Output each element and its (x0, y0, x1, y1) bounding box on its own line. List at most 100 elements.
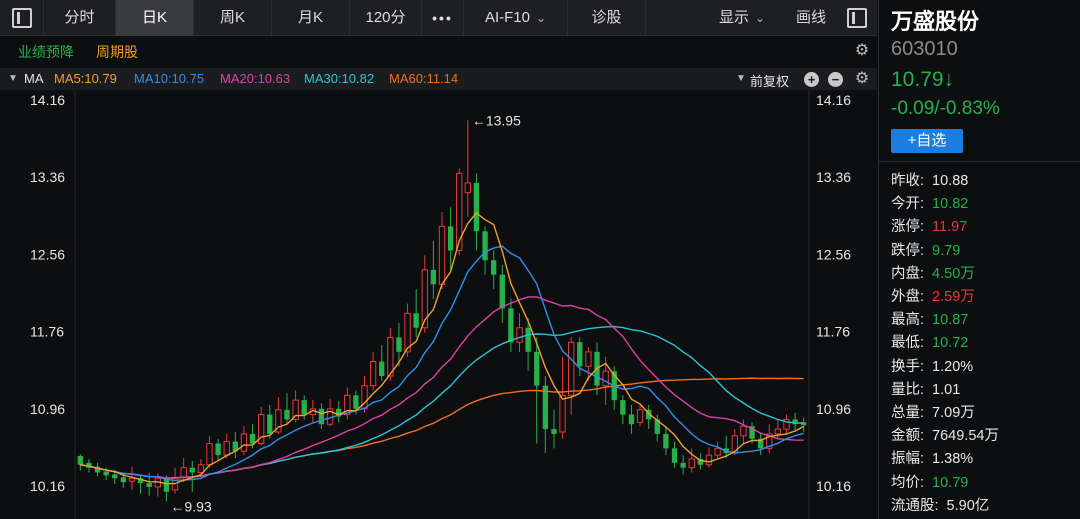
quote-row: 今开: 10.82 (891, 192, 968, 213)
quote-value: 7649.54万 (932, 428, 999, 445)
candle-body-up (180, 467, 187, 478)
tab-120min[interactable]: 120分 (350, 0, 422, 36)
candle-body-up (240, 433, 248, 452)
candle-body-up (206, 443, 213, 466)
candle-body-down (628, 414, 635, 425)
candle-body-down (447, 226, 454, 251)
ma-label[interactable]: MA (24, 71, 44, 86)
candle-body-down (249, 433, 256, 444)
candle-body-down (508, 308, 514, 343)
quote-value: 4.50万 (932, 265, 975, 282)
ma30-value: MA30:10.82 (304, 71, 375, 86)
sidebar-toggle-icon (12, 8, 32, 28)
candle-body-down (671, 448, 678, 463)
candle-body-down (473, 182, 480, 232)
tab-monthly-k[interactable]: 月K (272, 0, 350, 36)
ai-f10-button[interactable]: AI-F10 ⌄ (464, 0, 568, 36)
tab-intraday[interactable]: 分时 (44, 0, 116, 36)
candle-body-up (559, 394, 566, 433)
quote-row: 总量: 7.09万 (891, 401, 975, 422)
candle-body-up (438, 225, 446, 285)
more-periods-button[interactable]: ••• (422, 0, 464, 36)
quote-value: 10.88 (932, 173, 969, 189)
y-tick-label-left: 13.36 (30, 169, 65, 185)
collapse-right-button[interactable] (838, 0, 877, 36)
quote-label: 金额: (891, 428, 925, 445)
high-price-marker: ←13.95 (472, 112, 521, 128)
quote-value: 10.82 (932, 196, 969, 213)
candle-body-down (301, 400, 307, 415)
candle-body-down (413, 313, 419, 328)
candle-body-up (568, 341, 575, 396)
quote-value: 9.79 (932, 242, 961, 259)
ma30-line (80, 325, 804, 479)
quote-panel: 万盛股份 603010 10.79↓ -0.09/-0.83% +自选 昨收: 1… (878, 0, 1080, 519)
candle-body-down (267, 414, 273, 434)
tag-bar: 业绩预降 周期股 ⚙ (0, 36, 877, 66)
candle-body-down (525, 327, 531, 352)
quote-row: 涨停: 11.97 (891, 215, 967, 236)
quote-label: 今开: (891, 196, 925, 213)
quote-label: 涨停: (891, 219, 925, 236)
candle-body-up (585, 351, 592, 367)
quote-row: 最低: 10.72 (891, 331, 968, 352)
candle-body-down (112, 474, 118, 479)
candle-body-down (189, 467, 195, 473)
tab-weekly-k[interactable]: 周K (194, 0, 272, 36)
candle-body-up (464, 182, 472, 194)
display-dropdown[interactable]: 显示 ⌄ (700, 0, 784, 36)
kline-svg[interactable]: 14.16 14.16 13.36 13.36 12.56 12.56 11.76 11.76… (0, 90, 877, 519)
quote-value: 1.20% (932, 358, 974, 375)
y-tick-label-left: 10.96 (30, 401, 65, 417)
tag-earnings-forecast[interactable]: 业绩预降 (18, 42, 74, 62)
ma10-value: MA10:10.75 (134, 71, 205, 86)
y-tick-label-right: 12.56 (816, 246, 851, 262)
candle-body-up (705, 454, 713, 466)
quote-label: 总量: (891, 405, 925, 421)
stock-price: 10.79↓ (891, 68, 955, 91)
quote-label: 外盘: (891, 289, 925, 305)
chevron-down-icon[interactable]: ▼ (8, 73, 18, 84)
gear-icon[interactable]: ⚙ (854, 43, 870, 59)
candle-body-up (516, 327, 523, 343)
chevron-down-icon[interactable]: ▼ (736, 73, 746, 84)
quote-value: 10.79 (932, 474, 969, 491)
quote-value: 2.59万 (932, 289, 975, 305)
y-tick-label-left: 12.56 (30, 246, 65, 262)
zoom-in-icon[interactable]: + (804, 72, 819, 87)
quote-value: 5.90亿 (946, 497, 990, 514)
zoom-out-icon[interactable]: − (828, 72, 843, 87)
y-tick-label-left: 11.76 (30, 324, 64, 340)
kline-chart[interactable]: 14.16 14.16 13.36 13.36 12.56 12.56 11.76 11.76… (0, 90, 877, 519)
quote-label: 流通股: (891, 497, 939, 514)
candle-body-up (369, 361, 377, 387)
tab-daily-k[interactable]: 日K (116, 0, 194, 36)
ma60-value: MA60:11.14 (389, 71, 459, 86)
candle-body-up (714, 447, 721, 456)
add-to-watchlist-button[interactable]: +自选 (891, 129, 963, 153)
candle-body-down (482, 231, 488, 261)
candle-body-up (740, 425, 747, 437)
y-tick-label-right: 10.16 (816, 478, 851, 494)
quote-value: 7.09万 (932, 405, 975, 421)
candle-body-down (491, 260, 497, 275)
forward-adjust-dropdown[interactable]: 前复权 (750, 71, 789, 90)
stock-change: -0.09/-0.83% (891, 98, 1000, 119)
quote-value: 11.97 (932, 219, 968, 236)
ma-indicator-bar: ▼ MA MA5:10.79 MA10:10.75 MA20:10.63 MA3… (0, 68, 877, 90)
quote-value: 10.87 (932, 312, 969, 329)
collapse-left-button[interactable] (0, 0, 44, 36)
candle-body-down (120, 477, 127, 483)
candle-body-up (774, 428, 782, 435)
gear-icon[interactable]: ⚙ (854, 71, 870, 87)
candle-body-up (128, 477, 136, 482)
tag-cyclical-stock[interactable]: 周期股 (96, 42, 138, 62)
quote-row: 昨收: 10.88 (891, 169, 968, 190)
y-tick-label-right: 14.16 (816, 92, 851, 108)
draw-line-button[interactable]: 画线 (784, 0, 838, 36)
candle-body-up (636, 409, 644, 423)
quote-label: 跌停: (891, 242, 925, 259)
quote-label: 内盘: (891, 265, 925, 282)
stock-code: 603010 (891, 38, 958, 60)
diagnose-button[interactable]: 诊股 (568, 0, 646, 36)
